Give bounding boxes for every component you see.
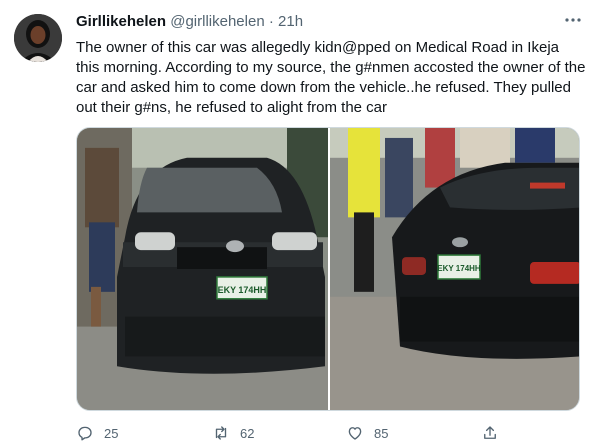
retweet-icon bbox=[215, 426, 227, 440]
share-icon bbox=[484, 426, 496, 439]
separator-dot: · bbox=[268, 13, 274, 30]
tweet-header: Girllikehelen @girllikehelen · 21h bbox=[76, 13, 587, 33]
more-icon[interactable] bbox=[561, 10, 585, 30]
left-car-photo[interactable]: EKY 174HH bbox=[77, 128, 328, 410]
right-car-photo[interactable]: EKY 174HH bbox=[330, 128, 580, 410]
tweet-actions: 25 62 85 bbox=[76, 424, 576, 444]
right-license-plate: EKY 174HH bbox=[437, 264, 481, 273]
like-icon bbox=[348, 427, 362, 440]
reply-icon bbox=[78, 426, 92, 441]
reply-count: 25 bbox=[104, 425, 119, 441]
author-handle[interactable]: @girllikehelen bbox=[170, 13, 264, 30]
retweet-count: 62 bbox=[240, 425, 255, 441]
author-name[interactable]: Girllikehelen bbox=[76, 13, 166, 30]
like-button[interactable]: 85 bbox=[346, 424, 388, 442]
avatar[interactable] bbox=[14, 14, 62, 62]
retweet-button[interactable]: 62 bbox=[212, 424, 254, 442]
avatar-image bbox=[14, 14, 62, 62]
tweet-text: The owner of this car was allegedly kidn… bbox=[76, 39, 586, 116]
share-button[interactable] bbox=[481, 424, 499, 442]
like-count: 85 bbox=[374, 425, 389, 441]
tweet-time[interactable]: 21h bbox=[278, 13, 303, 30]
tweet-media[interactable]: EKY 174HH EKY 174HH bbox=[76, 127, 580, 411]
left-license-plate: EKY 174HH bbox=[218, 285, 267, 295]
reply-button[interactable]: 25 bbox=[76, 424, 118, 442]
